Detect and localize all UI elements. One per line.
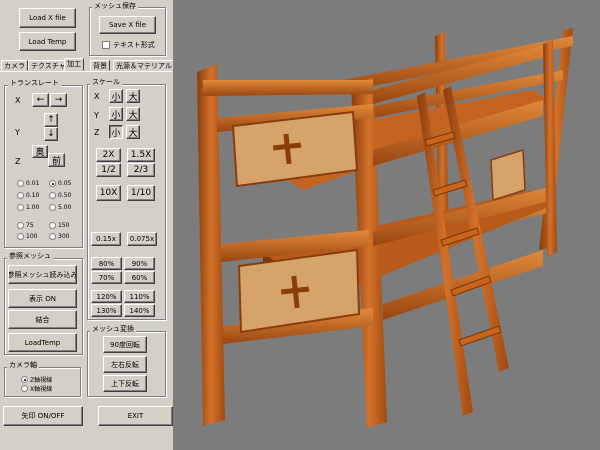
text-format-label: テキスト形式 <box>113 41 155 49</box>
scale-0-15x-button[interactable]: 0.15x <box>91 232 121 246</box>
move-back-button[interactable]: 奥 <box>32 145 48 158</box>
flip-lr-button[interactable]: 左右反転 <box>103 356 147 373</box>
scale-two-thirds-button[interactable]: 2/3 <box>127 163 155 177</box>
scale-70-button[interactable]: 70% <box>91 271 122 284</box>
scale-2x-button[interactable]: 2X <box>96 148 121 162</box>
step-label: 300 <box>58 233 70 240</box>
scale-tenth-button[interactable]: 1/10 <box>127 185 155 201</box>
step-label: 0.50 <box>58 192 72 199</box>
flip-ud-button[interactable]: 上下反転 <box>103 375 147 392</box>
translate-title: トランスレート <box>8 79 61 88</box>
radio-dot[interactable] <box>17 222 24 229</box>
bunk-bed-model <box>197 28 573 428</box>
scale-x-small-button[interactable]: 小 <box>109 89 123 103</box>
checkbox-box[interactable] <box>102 41 110 49</box>
scale-y-small-button[interactable]: 小 <box>109 107 123 121</box>
scale-140-button[interactable]: 140% <box>124 304 155 317</box>
scale-z-small-button[interactable]: 小 <box>109 125 123 139</box>
step-label: 0.05 <box>58 180 72 187</box>
radio-dot[interactable] <box>17 192 24 199</box>
tab-processing[interactable]: 加工 <box>64 58 84 71</box>
radio-dot[interactable] <box>49 233 56 240</box>
scale-z-label: Z <box>94 128 100 137</box>
step-label: 0.01 <box>26 180 40 187</box>
step-radio-75[interactable]: 75 <box>17 222 34 229</box>
scale-60-button[interactable]: 60% <box>124 271 155 284</box>
step-radio-1.00[interactable]: 1.00 <box>17 204 39 211</box>
step-label: 100 <box>26 233 38 240</box>
join-button[interactable]: 結合 <box>8 310 77 329</box>
step-radio-0.05[interactable]: 0.05 <box>49 180 71 187</box>
radio-dot[interactable] <box>21 376 28 383</box>
step-label: 0.10 <box>26 192 40 199</box>
load-temp-button[interactable]: Load Temp <box>19 32 76 51</box>
translate-group <box>4 85 83 248</box>
z-axis-view-radio[interactable]: Z軸視線 <box>21 375 52 384</box>
scale-half-button[interactable]: 1/2 <box>96 163 121 177</box>
step-label: 1.00 <box>26 204 40 211</box>
step-label: 5.00 <box>58 204 72 211</box>
z-axis-view-label: Z軸視線 <box>30 377 53 384</box>
scale-130-button[interactable]: 130% <box>91 304 122 317</box>
axis-z-label: Z <box>15 157 21 166</box>
mesh-save-title: メッシュ保存 <box>92 2 138 11</box>
tab-texture[interactable]: テクスチャ <box>28 60 69 71</box>
axis-y-label: Y <box>15 128 20 137</box>
tab-camera[interactable]: カメラ <box>1 60 28 71</box>
scale-z-large-button[interactable]: 大 <box>126 125 140 139</box>
ref-load-temp-button[interactable]: LoadTemp <box>8 333 77 352</box>
radio-dot[interactable] <box>17 233 24 240</box>
scale-0-075x-button[interactable]: 0.075x <box>127 232 157 246</box>
scale-1-5x-button[interactable]: 1.5X <box>127 148 155 162</box>
step-radio-0.50[interactable]: 0.50 <box>49 192 71 199</box>
scale-80-button[interactable]: 80% <box>91 257 122 270</box>
rotate-90-button[interactable]: 90度回転 <box>103 336 147 353</box>
camera-axis-title: カメラ軸 <box>7 361 39 370</box>
text-format-checkbox[interactable]: テキスト形式 <box>102 40 155 50</box>
step-label: 75 <box>26 222 34 229</box>
step-radio-100[interactable]: 100 <box>17 233 37 240</box>
scale-title: スケール <box>90 78 122 87</box>
radio-dot[interactable] <box>49 222 56 229</box>
3d-viewport[interactable] <box>173 0 600 450</box>
scale-110-button[interactable]: 110% <box>124 290 155 303</box>
exit-button[interactable]: EXIT <box>98 406 173 426</box>
scale-90-button[interactable]: 90% <box>124 257 155 270</box>
move-down-button[interactable]: ↓ <box>44 127 58 141</box>
tab-light-material[interactable]: 光源＆マテリアル <box>113 60 175 71</box>
radio-dot[interactable] <box>21 385 28 392</box>
radio-dot[interactable] <box>49 204 56 211</box>
radio-dot[interactable] <box>17 204 24 211</box>
scale-y-large-button[interactable]: 大 <box>126 107 140 121</box>
display-on-button[interactable]: 表示 ON <box>8 289 77 308</box>
scale-x-large-button[interactable]: 大 <box>126 89 140 103</box>
radio-dot[interactable] <box>49 192 56 199</box>
ref-mesh-title: 参照メッシュ <box>7 252 53 261</box>
step-radio-5.00[interactable]: 5.00 <box>49 204 71 211</box>
x-axis-view-label: X軸視線 <box>30 386 53 393</box>
save-x-file-button[interactable]: Save X file <box>99 16 156 34</box>
move-up-button[interactable]: ↑ <box>44 113 58 127</box>
load-x-file-button[interactable]: Load X file <box>19 8 76 28</box>
scale-y-label: Y <box>94 111 99 120</box>
step-radio-300[interactable]: 300 <box>49 233 69 240</box>
radio-dot[interactable] <box>17 180 24 187</box>
scale-x-label: X <box>94 92 100 101</box>
step-label: 150 <box>58 222 70 229</box>
x-axis-view-radio[interactable]: X軸視線 <box>21 384 52 393</box>
tab-background[interactable]: 背景 <box>90 60 110 71</box>
move-front-button[interactable]: 前 <box>48 153 65 167</box>
radio-dot[interactable] <box>49 180 56 187</box>
step-radio-150[interactable]: 150 <box>49 222 69 229</box>
load-ref-mesh-button[interactable]: 参照メッシュ読み込み <box>8 265 77 284</box>
move-left-button[interactable]: ← <box>32 93 49 107</box>
arrow-toggle-button[interactable]: 矢印 ON/OFF <box>3 406 83 426</box>
step-radio-0.10[interactable]: 0.10 <box>17 192 39 199</box>
axis-x-label: X <box>15 96 21 105</box>
move-right-button[interactable]: → <box>50 93 67 107</box>
mesh-transform-title: メッシュ変換 <box>90 325 136 334</box>
scale-120-button[interactable]: 120% <box>91 290 122 303</box>
step-radio-0.01[interactable]: 0.01 <box>17 180 39 187</box>
scale-10x-button[interactable]: 10X <box>96 185 121 201</box>
